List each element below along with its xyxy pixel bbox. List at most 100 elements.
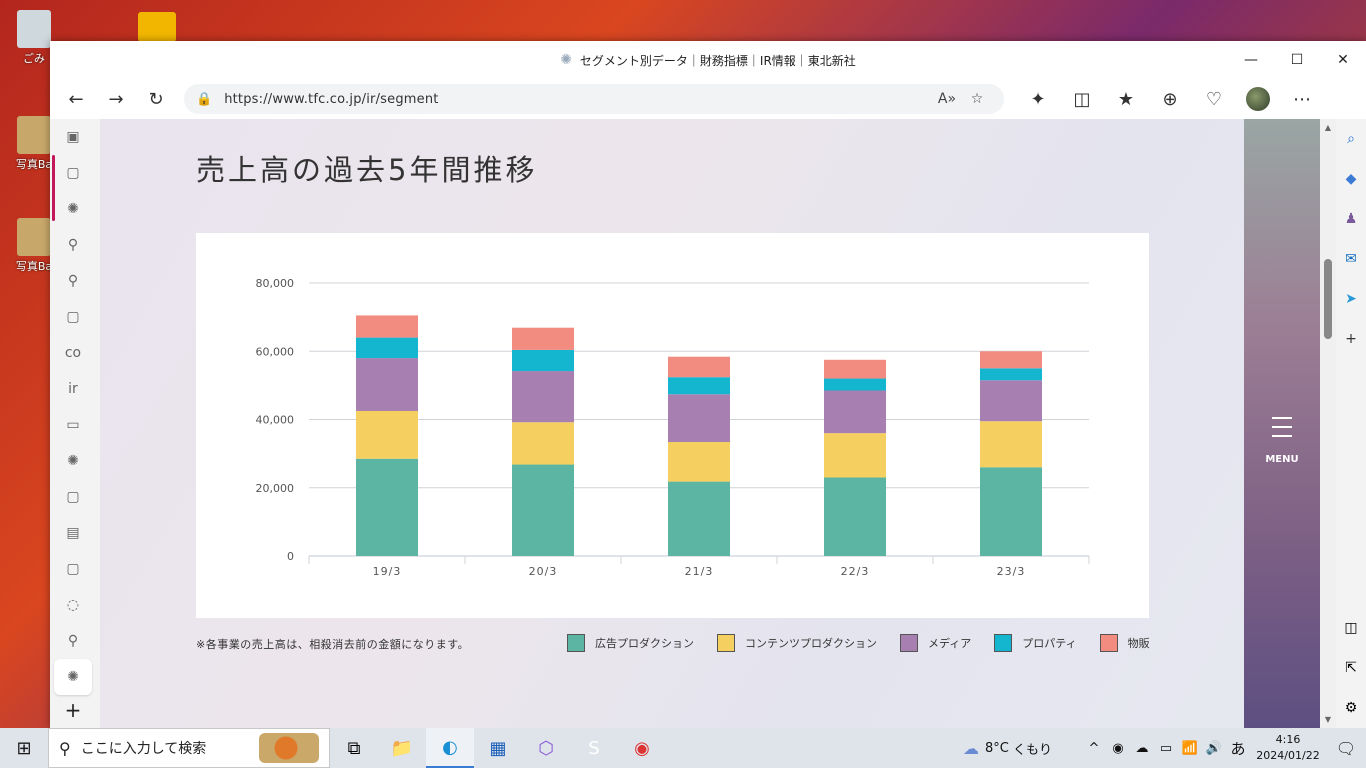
vertical-tab[interactable]: ⚲ bbox=[50, 227, 96, 263]
scrollbar-thumb[interactable] bbox=[1324, 259, 1332, 339]
bar-segment bbox=[824, 378, 886, 391]
search-icon: ⚲ bbox=[59, 738, 71, 758]
browser-essentials-icon[interactable]: ♡ bbox=[1192, 83, 1236, 115]
page-content: 売上高の過去5年間推移 0 20,000 40,000 60,000 80,000 19/… bbox=[100, 119, 1244, 728]
browser-toolbar: ← → ↻ 🔒 https://www.tfc.co.jp/ir/segment… bbox=[50, 79, 1366, 119]
clock-time: 4:16 bbox=[1275, 733, 1301, 746]
sidebar-layout-icon[interactable]: ◫ bbox=[1336, 608, 1366, 648]
reload-button[interactable]: ↻ bbox=[136, 83, 176, 115]
bar-segment bbox=[668, 394, 730, 443]
page-scrollbar[interactable]: ▲ ▼ bbox=[1320, 119, 1336, 728]
close-button[interactable]: ✕ bbox=[1320, 41, 1366, 79]
x-tick-label: 21/3 bbox=[685, 565, 714, 578]
bar-segment bbox=[356, 315, 418, 338]
bar-segment bbox=[980, 467, 1042, 556]
hamburger-icon[interactable] bbox=[1272, 417, 1292, 444]
vertical-tab[interactable]: ⚲ bbox=[50, 623, 96, 659]
legend-swatch bbox=[567, 634, 585, 652]
wifi-icon[interactable]: 📶 bbox=[1178, 741, 1202, 756]
vertical-tab[interactable]: ▢ bbox=[50, 551, 96, 587]
games-icon[interactable]: ♟ bbox=[1336, 199, 1366, 239]
search-icon[interactable]: ⌕ bbox=[1336, 119, 1366, 159]
maximize-button[interactable]: ☐ bbox=[1274, 41, 1320, 79]
file-explorer-icon[interactable]: 📁 bbox=[378, 728, 426, 768]
battery-icon[interactable]: ▭ bbox=[1154, 741, 1178, 756]
page-title: 売上高の過去5年間推移 bbox=[196, 153, 538, 187]
bar-segment bbox=[512, 349, 574, 372]
weather-widget[interactable]: ☁ 8°C くもり bbox=[963, 739, 1052, 758]
scroll-down-icon[interactable]: ▼ bbox=[1320, 715, 1336, 724]
add-app-icon[interactable]: + bbox=[1336, 319, 1366, 359]
site-menu-panel[interactable]: MENU bbox=[1244, 119, 1320, 728]
vertical-tab[interactable]: ✺ bbox=[50, 443, 96, 479]
tab-actions-icon[interactable]: ▣ bbox=[50, 119, 96, 155]
vertical-tab[interactable]: ✺ bbox=[54, 659, 92, 695]
start-button[interactable]: ⊞ bbox=[0, 728, 48, 768]
more-menu-icon[interactable]: ⋯ bbox=[1280, 83, 1324, 115]
vertical-tab[interactable]: ⚲ bbox=[50, 263, 96, 299]
new-tab-button[interactable]: + bbox=[50, 692, 96, 728]
search-highlight-image bbox=[259, 733, 319, 763]
active-tab-indicator bbox=[52, 155, 55, 221]
copilot-icon[interactable]: ⬡ bbox=[522, 728, 570, 768]
onedrive-icon[interactable]: ☁ bbox=[1130, 741, 1154, 756]
drop-icon[interactable]: ➤ bbox=[1336, 279, 1366, 319]
settings-gear-icon[interactable]: ⚙ bbox=[1336, 688, 1366, 728]
vertical-tab[interactable]: ◌ bbox=[50, 587, 96, 623]
clock-date: 2024/01/22 bbox=[1256, 749, 1320, 762]
address-bar[interactable]: 🔒 https://www.tfc.co.jp/ir/segment A» ☆ bbox=[184, 84, 1004, 114]
bar-segment bbox=[668, 377, 730, 395]
task-view-icon[interactable]: ⧉ bbox=[330, 728, 378, 768]
search-placeholder[interactable]: ここに入力して検索 bbox=[81, 738, 207, 758]
lock-icon[interactable]: 🔒 bbox=[196, 92, 212, 107]
forward-button[interactable]: → bbox=[96, 83, 136, 115]
bar-segment bbox=[824, 477, 886, 556]
vertical-tab[interactable]: co bbox=[50, 335, 96, 371]
system-tray: ☁ 8°C くもり ^ ◉ ☁ ▭ 📶 🔊 あ 4:16 2024/01/22 … bbox=[963, 732, 1366, 764]
legend-label: プロパティ bbox=[1022, 637, 1077, 650]
store-icon[interactable]: ▦ bbox=[474, 728, 522, 768]
chevron-up-icon[interactable]: ^ bbox=[1082, 741, 1106, 756]
vertical-tab[interactable]: ✺ bbox=[50, 191, 96, 227]
legend-item: メディア bbox=[900, 634, 971, 652]
vertical-tab[interactable]: ▢ bbox=[50, 155, 96, 191]
minimize-button[interactable]: — bbox=[1228, 41, 1274, 79]
notification-icon[interactable]: 🗨 bbox=[1326, 739, 1366, 758]
site-favicon-icon: ✺ bbox=[560, 52, 572, 68]
collections-icon[interactable]: ⊕ bbox=[1148, 83, 1192, 115]
clock[interactable]: 4:16 2024/01/22 bbox=[1250, 732, 1326, 764]
back-button[interactable]: ← bbox=[56, 83, 96, 115]
scroll-up-icon[interactable]: ▲ bbox=[1320, 123, 1336, 132]
desktop-shortcut-icon[interactable] bbox=[138, 12, 176, 42]
legend-swatch bbox=[717, 634, 735, 652]
edge-browser-icon[interactable]: ◐ bbox=[426, 728, 474, 768]
legend-item: 広告プロダクション bbox=[567, 634, 694, 652]
chrome-icon[interactable]: ◉ bbox=[618, 728, 666, 768]
favorites-icon[interactable]: ★ bbox=[1104, 83, 1148, 115]
x-tick-label: 23/3 bbox=[997, 565, 1026, 578]
menu-label[interactable]: MENU bbox=[1244, 454, 1320, 465]
taskbar-search[interactable]: ⚲ ここに入力して検索 bbox=[48, 728, 330, 768]
vertical-tab[interactable]: ▢ bbox=[50, 299, 96, 335]
bar-segment bbox=[512, 327, 574, 350]
app-s-icon[interactable]: S bbox=[570, 728, 618, 768]
outlook-icon[interactable]: ✉ bbox=[1336, 239, 1366, 279]
vertical-tab[interactable]: ▤ bbox=[50, 515, 96, 551]
favorite-star-icon[interactable]: ☆ bbox=[962, 91, 992, 107]
shopping-icon[interactable]: ◆ bbox=[1336, 159, 1366, 199]
split-screen-icon[interactable]: ◫ bbox=[1060, 83, 1104, 115]
vertical-tab[interactable]: ▭ bbox=[50, 407, 96, 443]
extensions-icon[interactable]: ✦ bbox=[1016, 83, 1060, 115]
vertical-tab[interactable]: ▢ bbox=[50, 479, 96, 515]
read-aloud-icon[interactable]: A» bbox=[932, 91, 962, 107]
record-icon[interactable]: ◉ bbox=[1106, 741, 1130, 756]
chart-legend: 広告プロダクション コンテンツプロダクション メディア プロパティ 物販 bbox=[567, 634, 1150, 652]
open-external-icon[interactable]: ⇱ bbox=[1336, 648, 1366, 688]
bar-segment bbox=[356, 410, 418, 459]
url-text[interactable]: https://www.tfc.co.jp/ir/segment bbox=[224, 92, 932, 107]
vertical-tab[interactable]: ir bbox=[50, 371, 96, 407]
profile-button[interactable] bbox=[1236, 83, 1280, 115]
bar-segment bbox=[980, 421, 1042, 468]
volume-icon[interactable]: 🔊 bbox=[1202, 741, 1226, 756]
ime-indicator[interactable]: あ bbox=[1226, 738, 1250, 759]
